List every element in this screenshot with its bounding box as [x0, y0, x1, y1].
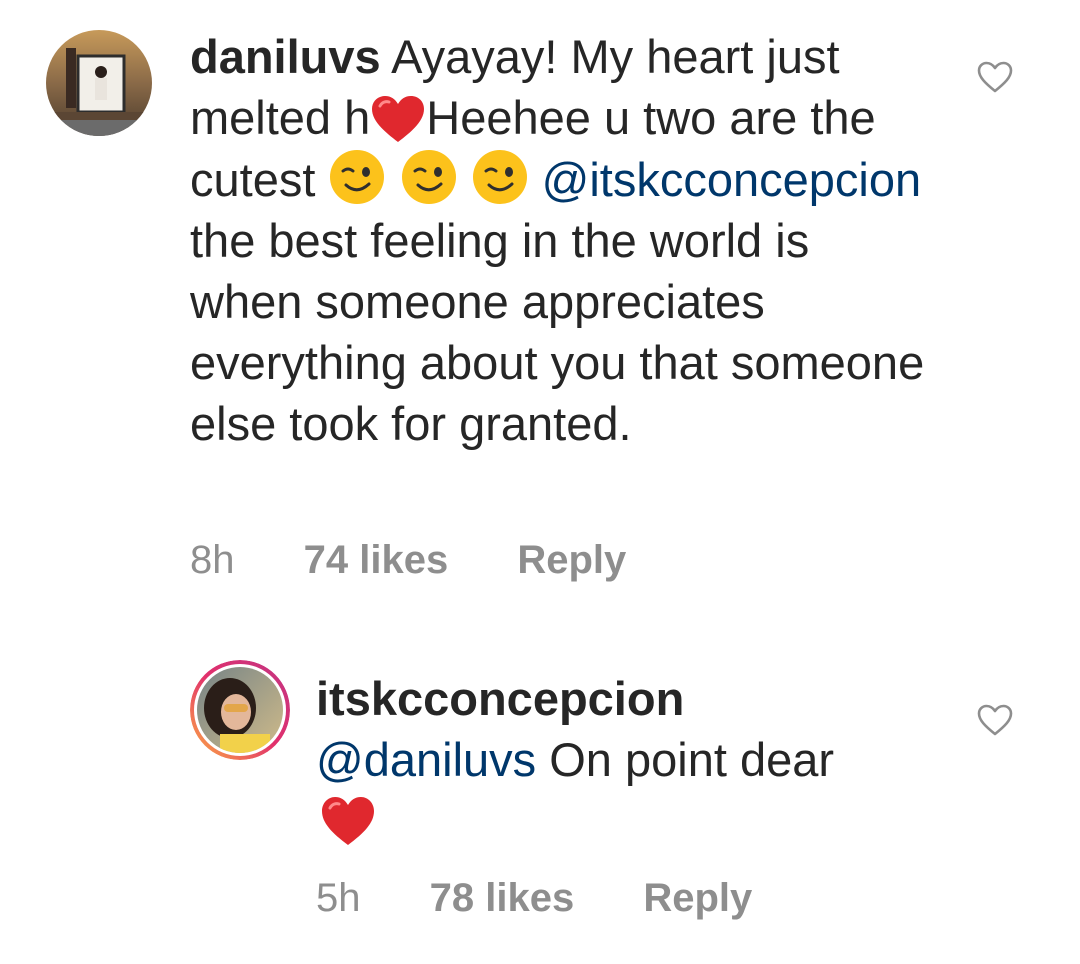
reply-button[interactable]: Reply: [643, 876, 752, 921]
comment-text: daniluvs Ayayay! My heart just melted hH…: [190, 26, 930, 454]
comment-username[interactable]: daniluvs: [190, 30, 381, 83]
red-heart-emoji: [370, 94, 426, 144]
comment-meta: 8h 74 likes Reply: [190, 538, 626, 583]
avatar[interactable]: [46, 30, 152, 136]
avatar[interactable]: [190, 660, 290, 760]
comment-meta: 5h 78 likes Reply: [316, 876, 752, 921]
comment-text-part: the best feeling in the world is when so…: [190, 214, 925, 450]
comment-username[interactable]: itskcconcepcion: [316, 672, 684, 725]
winking-face-emoji: [471, 148, 529, 206]
likes-count[interactable]: 78 likes: [430, 876, 575, 921]
comment-text-part: On point dear: [536, 733, 835, 786]
mention-link[interactable]: @itskcconcepcion: [542, 153, 922, 206]
winking-face-emoji: [328, 148, 386, 206]
comment-text: itskcconcepcion @daniluvs On point dear: [316, 668, 936, 851]
heart-outline-icon[interactable]: [976, 60, 1014, 94]
winking-face-emoji: [400, 148, 458, 206]
reply-button[interactable]: Reply: [517, 538, 626, 583]
comment-time: 8h: [190, 538, 235, 582]
red-heart-emoji: [320, 795, 376, 847]
likes-count[interactable]: 74 likes: [304, 538, 449, 583]
mention-link[interactable]: @daniluvs: [316, 733, 536, 786]
comment-time: 5h: [316, 876, 361, 920]
heart-outline-icon[interactable]: [976, 703, 1014, 737]
